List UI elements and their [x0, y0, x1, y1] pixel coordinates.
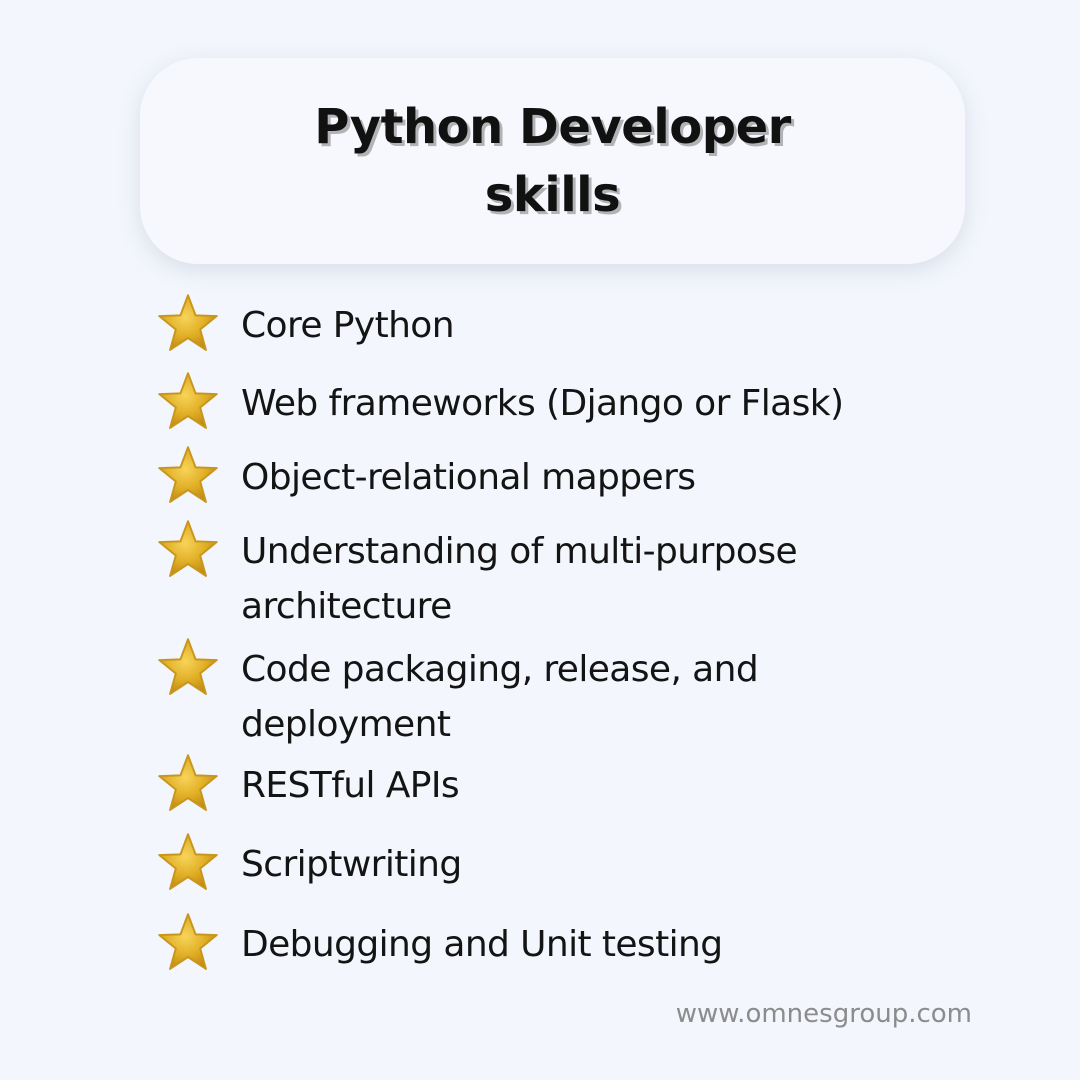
star-icon [156, 292, 220, 356]
skill-label: Understanding of multi-purpose architect… [241, 531, 798, 627]
star-icon [156, 911, 220, 975]
skill-label: RESTful APIs [241, 765, 460, 806]
star-icon [156, 444, 220, 508]
star-icon [156, 752, 220, 816]
skill-label: Code packaging, release, and deployment [241, 649, 759, 745]
skills-list: Core Python Web frameworks (Django or Fl… [0, 0, 1080, 1080]
star-icon [156, 370, 220, 434]
skill-label: Scriptwriting [241, 844, 462, 885]
website-url: www.omnesgroup.com [675, 999, 972, 1029]
skill-label: Object-relational mappers [241, 457, 696, 498]
star-icon [156, 518, 220, 582]
skill-label: Core Python [241, 305, 455, 346]
skill-label: Web frameworks (Django or Flask) [241, 383, 844, 424]
star-icon [156, 636, 220, 700]
star-icon [156, 831, 220, 895]
skill-label: Debugging and Unit testing [241, 924, 723, 965]
